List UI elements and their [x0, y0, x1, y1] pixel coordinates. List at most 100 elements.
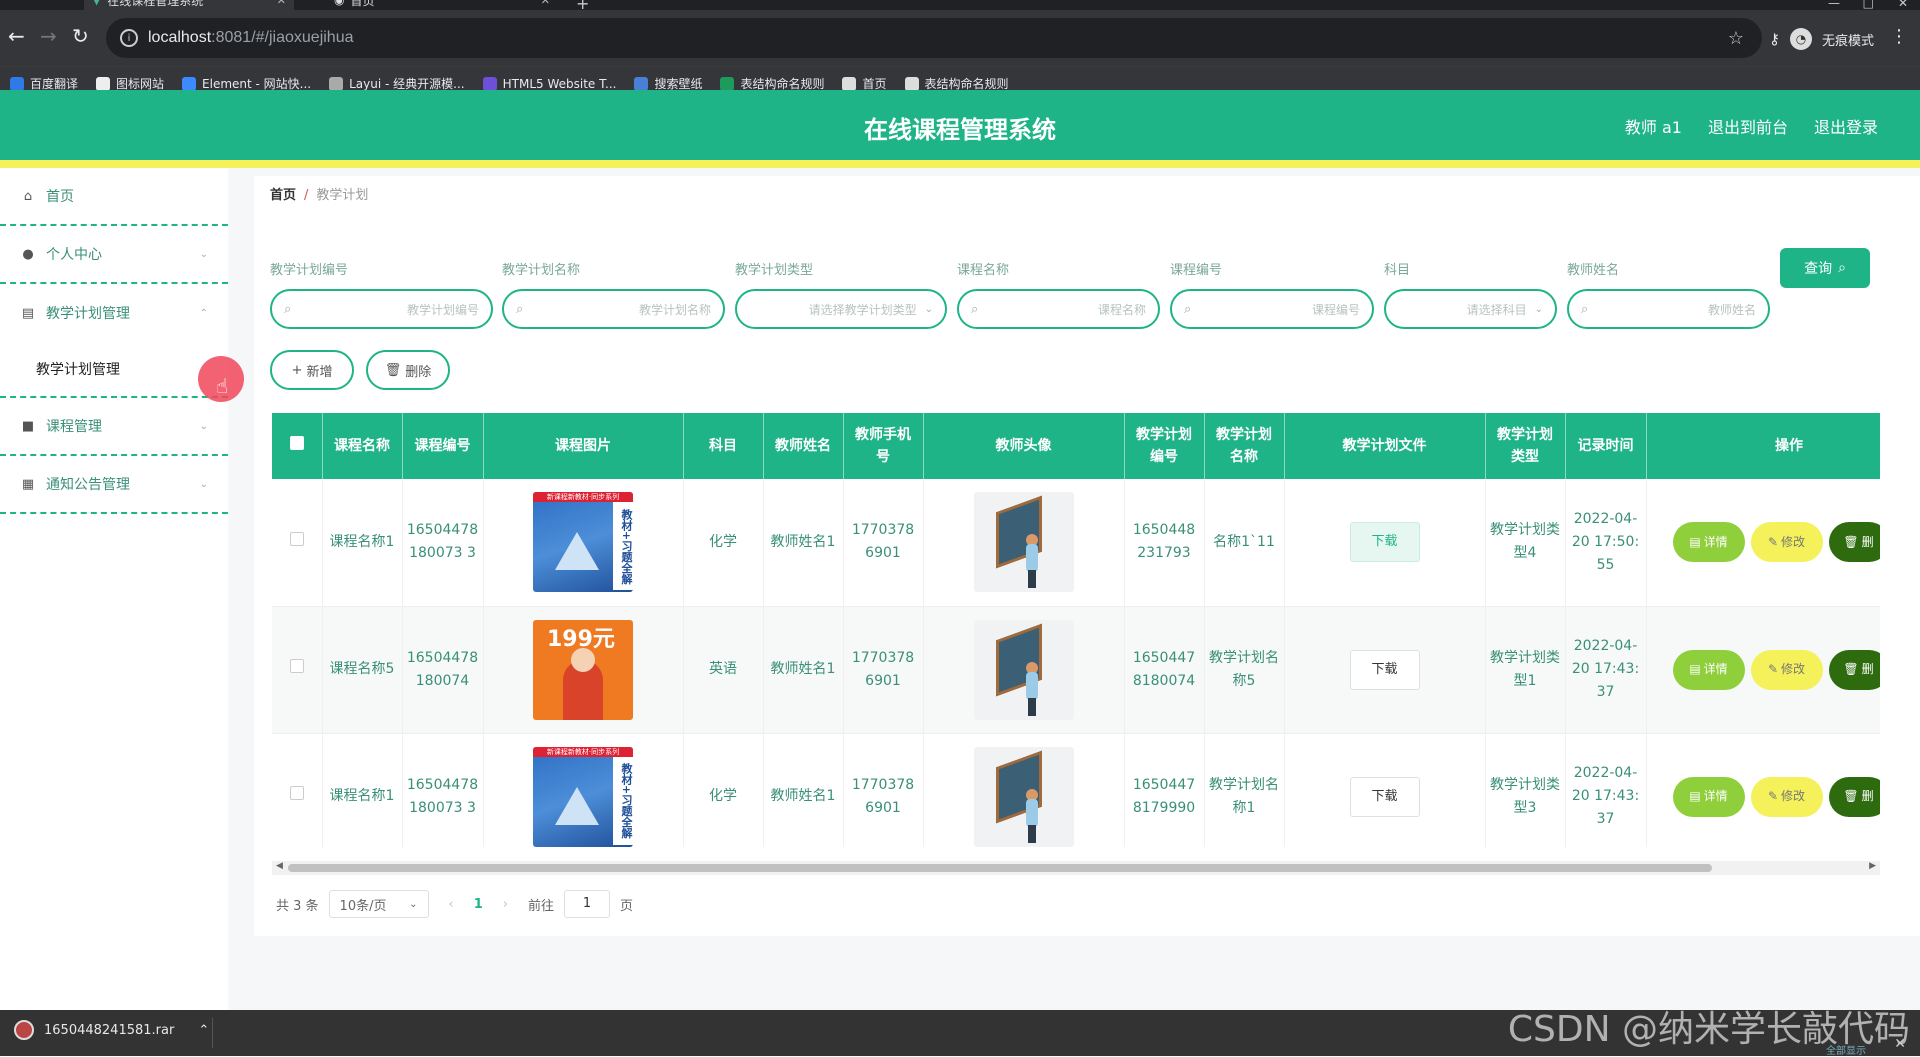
chevron-up-icon[interactable]: ⌃ [198, 1023, 209, 1038]
course-name-input[interactable]: ⌕ 课程名称 [957, 289, 1160, 329]
course-no-input[interactable]: ⌕ 课程编号 [1170, 289, 1374, 329]
maximize-icon[interactable]: □ [1863, 0, 1874, 10]
select-all-checkbox[interactable] [289, 436, 304, 450]
browser-tab-active[interactable]: ▼ 在线课程管理系统 ✕ [84, 0, 294, 10]
teacher-input[interactable]: ⌕ 教师姓名 [1567, 289, 1770, 329]
page-number[interactable]: 1 [474, 897, 483, 912]
plan-type-select[interactable]: 请选择教学计划类型 ⌄ [735, 289, 947, 329]
key-icon[interactable]: ⚷ [1769, 30, 1780, 48]
bookmark-icon [10, 76, 24, 91]
teacher-cell: 教师姓名1 [763, 606, 844, 734]
url-text[interactable]: localhost:8081/#/jiaoxuejihua [148, 29, 354, 47]
scrollbar-thumb[interactable] [288, 864, 1712, 872]
bookmark-icon [634, 76, 649, 91]
chevron-down-icon: ⌄ [199, 248, 208, 260]
prev-page-icon[interactable]: ‹ [449, 897, 454, 912]
teacher-avatar-cell [923, 733, 1125, 847]
plan-name-input[interactable]: ⌕ 教学计划名称 [502, 289, 725, 329]
browser-tab-home[interactable]: ◉ 首页 ✕ [326, 0, 558, 10]
search-icon: ⌕ [1838, 260, 1846, 276]
delete-row-button[interactable]: 🗑 删 [1828, 522, 1880, 563]
scroll-left-icon[interactable]: ◀ [276, 861, 283, 871]
forward-icon[interactable]: → [40, 26, 57, 46]
download-button[interactable]: 下载 [1349, 776, 1420, 817]
row-select-cell[interactable] [272, 479, 323, 607]
new-tab-icon[interactable]: + [576, 0, 589, 10]
bookmark-icon [842, 76, 857, 91]
edit-button[interactable]: ✎ 修改 [1750, 649, 1823, 690]
back-icon[interactable]: ← [8, 26, 25, 46]
detail-button[interactable]: ▤ 详情 [1672, 649, 1745, 690]
sidebar-subitem-plan[interactable]: 教学计划管理 [0, 342, 228, 398]
next-page-icon[interactable]: › [503, 897, 508, 912]
horizontal-scrollbar[interactable]: ◀ ▶ [272, 861, 1880, 875]
plan-table: 课程名称 课程编号 课程图片 科目 教师姓名 教师手机号 教师头像 教学计划编号… [272, 413, 1880, 847]
trash-icon: 🗑 [1843, 534, 1859, 549]
minimize-icon[interactable]: — [1828, 0, 1840, 10]
back-to-front-link[interactable]: 退出到前台 [1708, 114, 1788, 138]
sidebar-item-profile[interactable]: ● 个人中心 ⌄ [0, 226, 228, 284]
record-time-cell: 2022-04-20 17:50:55 [1565, 479, 1647, 607]
delete-button[interactable]: 🗑 删除 [366, 350, 450, 390]
subject-select[interactable]: 请选择科目 ⌄ [1384, 289, 1557, 329]
info-icon[interactable]: i [120, 29, 138, 47]
row-select-cell[interactable] [272, 733, 323, 847]
incognito-icon[interactable]: ◔ [1789, 28, 1812, 50]
sidebar-item-course[interactable]: ■ 课程管理 ⌄ [0, 398, 228, 456]
divider [212, 1018, 213, 1048]
plan-no-input[interactable]: ⌕ 教学计划编号 [270, 289, 493, 329]
bookmark-star-icon[interactable]: ☆ [1728, 28, 1744, 49]
total-count: 共 3 条 [276, 898, 319, 914]
close-window-icon[interactable]: ✕ [1898, 0, 1908, 10]
avatar-legs [1027, 697, 1036, 716]
delete-label: 删 [1861, 789, 1874, 803]
detail-button[interactable]: ▤ 详情 [1672, 522, 1745, 563]
sidebar-item-notice[interactable]: ▦ 通知公告管理 ⌄ [0, 456, 228, 514]
sidebar-item-home[interactable]: ⌂ 首页 [0, 168, 228, 226]
close-tab-icon[interactable]: ✕ [541, 0, 550, 7]
operations-cell: ▤ 详情 ✎ 修改 🗑 删 [1646, 606, 1880, 734]
table-row[interactable]: 课程名称5 16504478180074 199元 英语 教师姓名1 1770378690… [272, 606, 1880, 734]
download-item[interactable]: 1650448241581.rar ⌃ [14, 1020, 209, 1040]
placeholder: 教学计划编号 [406, 302, 479, 317]
edit-label: 修改 [1781, 662, 1806, 676]
col-header: 课程名称 [322, 413, 403, 479]
delete-row-button[interactable]: 🗑 删 [1828, 649, 1880, 690]
subject-cell: 化学 [683, 479, 764, 607]
table-row[interactable]: 课程名称1 16504478180073 3 新课程新教材·同步系列 教材+习题全解化… [272, 733, 1880, 847]
phone-cell: 17703786901 [843, 606, 924, 734]
page-size-select[interactable]: 10条/页 ⌄ [328, 890, 429, 918]
row-checkbox[interactable] [289, 786, 304, 800]
download-button[interactable]: 下载 [1349, 649, 1420, 690]
col-header: 教师姓名 [763, 413, 844, 479]
chevron-down-icon: ⌄ [199, 420, 208, 432]
edit-button[interactable]: ✎ 修改 [1750, 522, 1823, 563]
delete-row-button[interactable]: 🗑 删 [1828, 776, 1880, 817]
plan-no-cell: 16504478179990 [1124, 733, 1205, 847]
select-all-cell[interactable] [272, 413, 323, 479]
address-bar[interactable]: i localhost:8081/#/jiaoxuejihua ☆ [106, 18, 1762, 58]
bookmark-item[interactable]: HTML5 Website T... [482, 76, 616, 91]
more-menu-icon[interactable]: ⋮ [1890, 26, 1908, 47]
sidebar-item-plan[interactable]: ▤ 教学计划管理 ⌃ [0, 284, 228, 342]
table-row[interactable]: 课程名称1 16504478180073 3 新课程新教材·同步系列 教材+习题全解化… [272, 479, 1880, 607]
logout-link[interactable]: 退出登录 [1814, 114, 1878, 138]
bookmark-icon [720, 76, 735, 91]
breadcrumb-home[interactable]: 首页 [270, 188, 296, 203]
detail-button[interactable]: ▤ 详情 [1672, 776, 1745, 817]
row-checkbox[interactable] [289, 659, 304, 673]
record-time-cell: 2022-04-20 17:43:37 [1565, 606, 1647, 734]
query-button[interactable]: 查询 ⌕ [1780, 248, 1870, 288]
row-checkbox[interactable] [289, 531, 304, 546]
edit-button[interactable]: ✎ 修改 [1750, 776, 1823, 817]
plus-icon: + [291, 362, 303, 378]
plan-file-cell: 下载 [1284, 606, 1486, 734]
user-label[interactable]: 教师 a1 [1625, 114, 1682, 138]
reload-icon[interactable]: ↻ [72, 26, 89, 46]
row-select-cell[interactable] [272, 606, 323, 734]
close-tab-icon[interactable]: ✕ [277, 0, 286, 7]
scroll-right-icon[interactable]: ▶ [1869, 861, 1876, 871]
add-button[interactable]: + 新增 [270, 350, 354, 390]
download-button[interactable]: 下载 [1349, 522, 1420, 563]
goto-input[interactable]: 1 [564, 890, 611, 918]
